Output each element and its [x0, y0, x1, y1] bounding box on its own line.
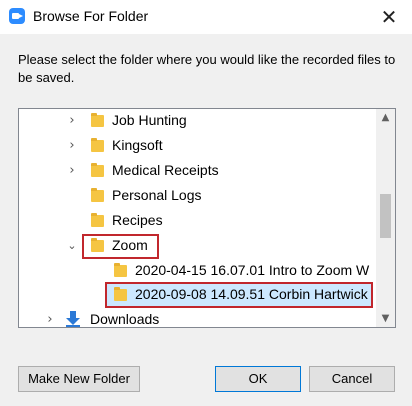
tree-item-label: Zoom: [112, 237, 148, 253]
tree-item-medical-receipts[interactable]: › Medical Receipts: [19, 159, 376, 183]
tree-item-job-hunting[interactable]: › Job Hunting: [19, 109, 376, 133]
make-new-folder-button[interactable]: Make New Folder: [18, 366, 140, 392]
instruction-text: Please select the folder where you would…: [18, 52, 396, 85]
chevron-right-icon[interactable]: ›: [65, 113, 79, 129]
chevron-right-icon[interactable]: ›: [43, 312, 57, 327]
vertical-scrollbar[interactable]: ▲ ▼: [376, 109, 395, 327]
tree-item-downloads[interactable]: › Downloads: [19, 308, 376, 327]
scroll-up-icon[interactable]: ▲: [376, 109, 395, 126]
close-button[interactable]: ✕: [376, 5, 402, 29]
tree-item-label: Job Hunting: [112, 112, 187, 128]
chevron-right-icon[interactable]: ›: [65, 138, 79, 154]
tree-item-label: Recipes: [112, 212, 163, 228]
folder-icon: [91, 163, 104, 177]
folder-icon: [91, 138, 104, 152]
cancel-button[interactable]: Cancel: [309, 366, 395, 392]
tree-item-label: Personal Logs: [112, 187, 202, 203]
tree-item-label: Downloads: [90, 311, 160, 327]
folder-icon: [114, 287, 127, 301]
tree-item-label: Medical Receipts: [112, 162, 219, 178]
chevron-right-icon[interactable]: ›: [65, 163, 79, 179]
ok-button[interactable]: OK: [215, 366, 301, 392]
folder-icon: [91, 238, 104, 252]
tree-item-recipes[interactable]: Recipes: [19, 209, 376, 233]
folder-icon: [91, 113, 104, 127]
folder-icon: [91, 213, 104, 227]
tree-item-personal-logs[interactable]: Personal Logs: [19, 184, 376, 208]
zoom-app-icon: [9, 8, 25, 24]
tree-item-kingsoft[interactable]: › Kingsoft: [19, 134, 376, 158]
scroll-thumb[interactable]: [380, 194, 391, 238]
tree-item-recording-corbin[interactable]: 2020-09-08 14.09.51 Corbin Hartwick: [19, 282, 376, 308]
window-title: Browse For Folder: [33, 8, 149, 24]
folder-icon: [91, 188, 104, 202]
tree-item-label: Kingsoft: [112, 137, 163, 153]
scroll-down-icon[interactable]: ▼: [376, 310, 395, 327]
download-arrow-icon: [66, 311, 80, 327]
folder-icon: [114, 263, 127, 277]
tree-item-label: 2020-04-15 16.07.01 Intro to Zoom W: [135, 262, 370, 278]
title-bar: Browse For Folder ✕: [0, 0, 412, 34]
folder-tree[interactable]: › Job Hunting › Kingsoft › Medical Recei…: [18, 108, 396, 328]
chevron-down-icon[interactable]: ⌄: [65, 238, 79, 254]
tree-item-label: 2020-09-08 14.09.51 Corbin Hartwick: [135, 286, 368, 302]
tree-item-zoom[interactable]: ⌄ Zoom: [19, 234, 376, 259]
tree-item-recording-intro[interactable]: 2020-04-15 16.07.01 Intro to Zoom W: [19, 259, 376, 283]
